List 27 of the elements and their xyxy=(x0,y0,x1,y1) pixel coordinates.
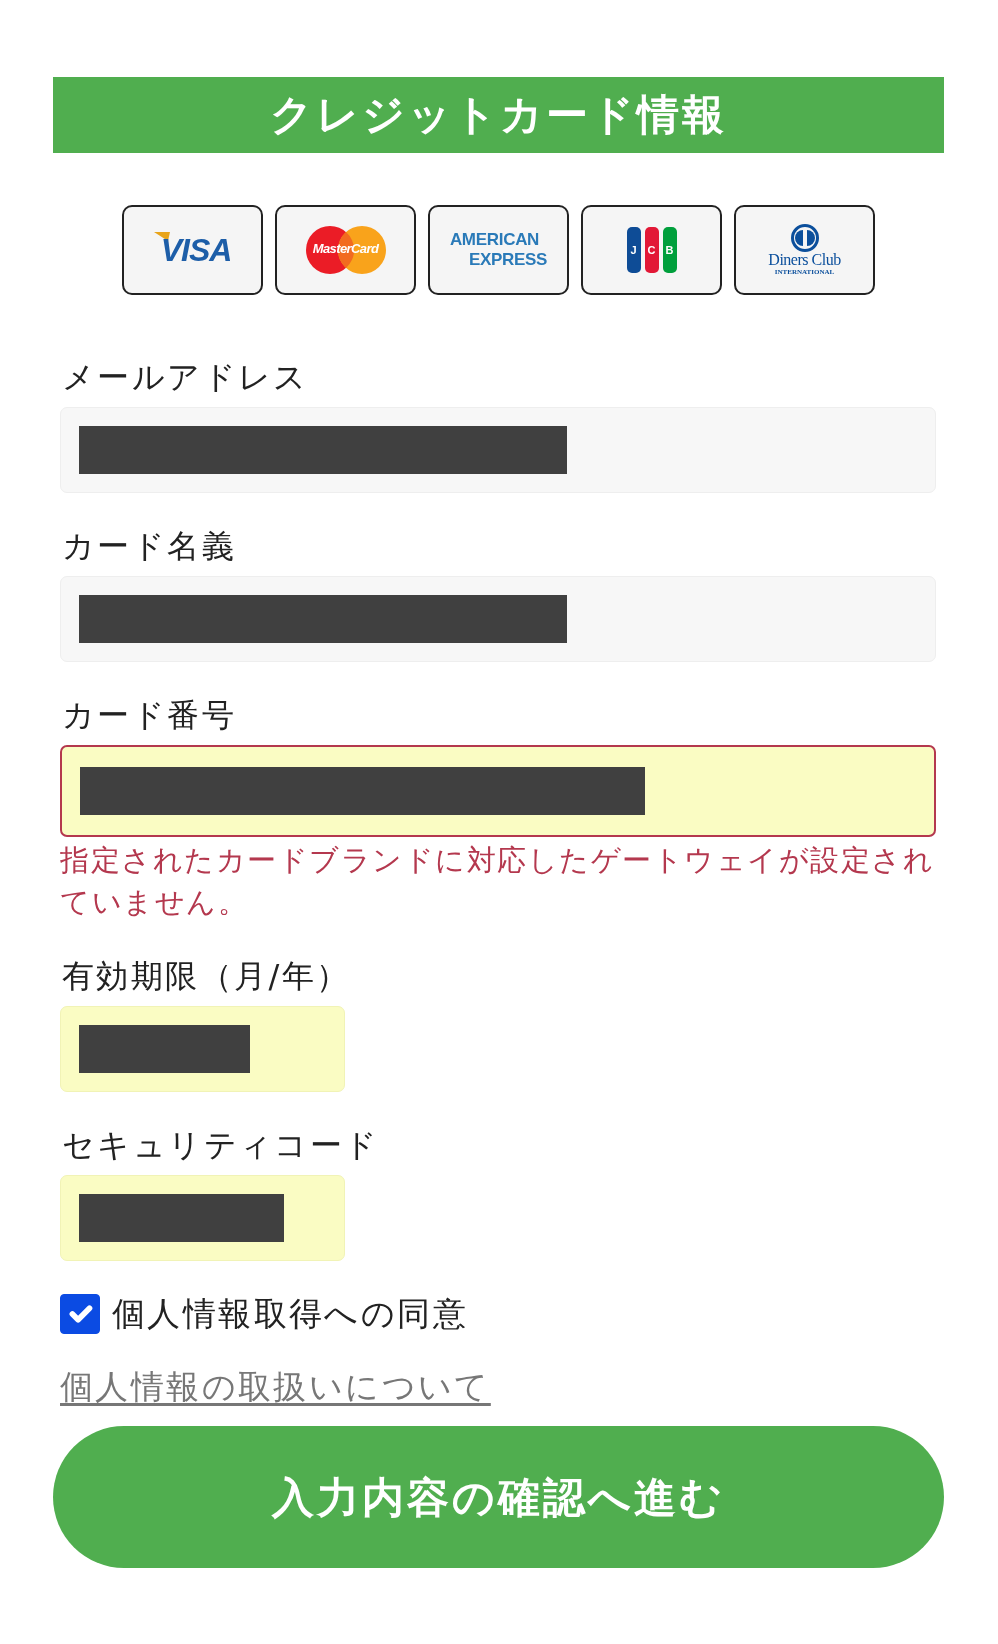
submit-button[interactable]: 入力内容の確認へ進む xyxy=(53,1426,944,1568)
expiry-field[interactable] xyxy=(60,1006,345,1092)
consent-label[interactable]: 個人情報取得への同意 xyxy=(112,1294,468,1334)
header-title: クレジットカード情報 xyxy=(270,91,727,139)
logo-letter-stripe: J xyxy=(626,227,641,273)
consent-checkbox[interactable] xyxy=(60,1294,100,1334)
privacy-link[interactable]: 個人情報の取扱いについて xyxy=(60,1367,491,1407)
card-number-field[interactable] xyxy=(60,745,936,837)
name-field[interactable] xyxy=(60,576,936,662)
security-code-field[interactable] xyxy=(60,1175,345,1261)
logo-text: Diners Club xyxy=(768,251,841,268)
field-label: メールアドレス xyxy=(62,357,310,397)
logo-letter-stripe: C xyxy=(644,227,659,273)
logo-text: EXPRESS xyxy=(468,250,548,270)
ring-icon xyxy=(789,223,820,252)
field-label: セキュリティコード xyxy=(62,1125,381,1165)
logo-text: VISA xyxy=(160,234,232,266)
field-label: 有効期限（月/年） xyxy=(62,956,352,996)
logo-text: AMERICAN xyxy=(449,230,541,250)
error-message: 指定されたカードブランドに対応したゲートウェイが設定されていません。 xyxy=(60,842,935,921)
logo-text: MasterCard xyxy=(311,240,380,258)
field-label: カード名義 xyxy=(62,526,237,566)
overlapping-circles-icon xyxy=(304,225,387,275)
logo-letter-stripe: B xyxy=(662,227,677,273)
field-label: カード番号 xyxy=(62,695,237,735)
swoosh-icon xyxy=(153,232,170,241)
email-field[interactable] xyxy=(60,407,936,493)
